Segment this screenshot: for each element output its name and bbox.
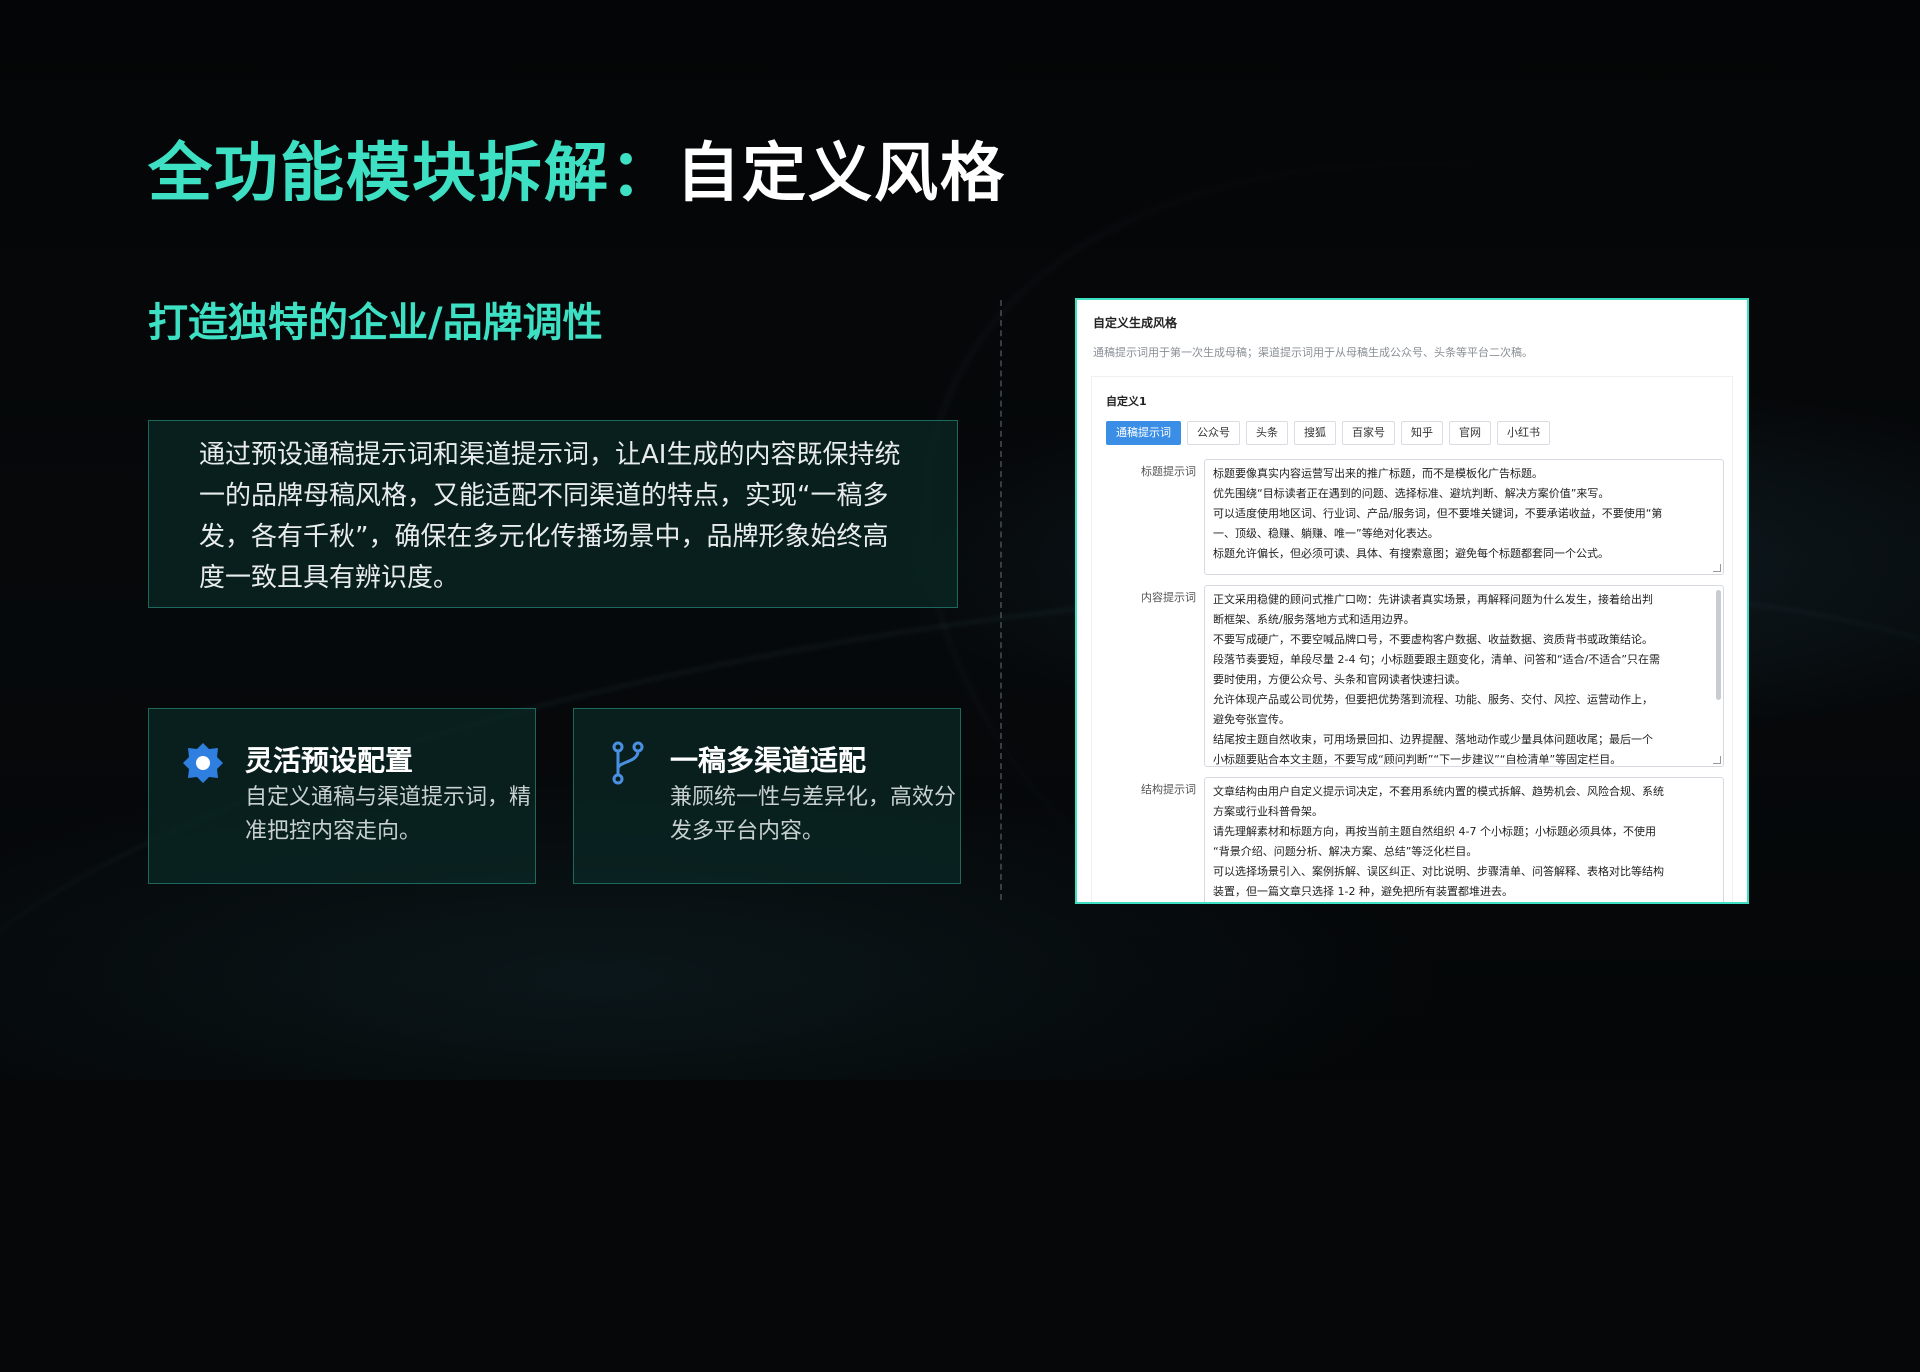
textarea-line: 文章结构由用户自定义提示词决定，不套用系统内置的模式拆解、趋势机会、风险合规、系… [1213,785,1664,798]
textarea-line: 正文采用稳健的顾问式推广口吻：先讲读者真实场景，再解释问题为什么发生，接着给出判 [1213,593,1653,606]
custom-style-panel-screenshot: 自定义生成风格 通稿提示词用于第一次生成母稿；渠道提示词用于从母稿生成公众号、头… [1075,298,1749,904]
tab-baijiahao[interactable]: 百家号 [1342,421,1395,445]
textarea-line: 标题要像真实内容运营写出来的推广标题，而不是模板化广告标题。 [1213,467,1543,480]
content-prompt-label: 内容提示词 [1141,591,1196,604]
gear-icon [183,743,223,783]
textarea-line: 优先围绕“目标读者正在遇到的问题、选择标准、避坑判断、解决方案价值”来写。 [1213,487,1610,500]
title-prompt-label: 标题提示词 [1141,465,1196,478]
tab-xiaohongshu[interactable]: 小红书 [1497,421,1550,445]
textarea-line: 一、顶级、稳赚、躺赚、唯一”等绝对化表达。 [1213,527,1439,540]
description-box: 通过预设通稿提示词和渠道提示词，让AI生成的内容既保持统一的品牌母稿风格，又能适… [148,420,958,608]
textarea-line: 段落节奏要短，单段尽量 2-4 句；小标题要跟主题变化，清单、问答和“适合/不适… [1213,653,1661,666]
tab-sohu[interactable]: 搜狐 [1294,421,1336,445]
feature-card-multichannel: 一稿多渠道适配 兼顾统一性与差异化，高效分发多平台内容。 [573,708,961,884]
content-prompt-textarea[interactable]: 正文采用稳健的顾问式推广口吻：先讲读者真实场景，再解释问题为什么发生，接着给出判… [1204,585,1724,767]
textarea-line: “背景介绍、问题分析、解决方案、总结”等泛化栏目。 [1213,845,1478,858]
textarea-line: 允许体现产品或公司优势，但要把优势落到流程、功能、服务、交付、风控、运营动作上， [1213,693,1653,706]
feature-card-title: 一稿多渠道适配 [670,744,867,777]
prompt-tabs: 通稿提示词 公众号 头条 搜狐 百家号 知乎 官网 小红书 [1106,421,1550,445]
textarea-line: 小标题要贴合本文主题，不要写成“顾问判断”“下一步建议”“自检清单”等固定栏目。 [1213,753,1622,766]
slide-background: 全功能模块拆解：自定义风格 打造独特的企业/品牌调性 通过预设通稿提示词和渠道提… [0,0,1920,1372]
description-text: 通过预设通稿提示词和渠道提示词，让AI生成的内容既保持统一的品牌母稿风格，又能适… [199,440,901,593]
feature-card-desc: 兼顾统一性与差异化，高效分发多平台内容。 [670,785,957,844]
textarea-line: 可以适度使用地区词、行业词、产品/服务词，但不要堆关键词，不要承诺收益，不要使用… [1213,507,1663,520]
panel-title: 自定义生成风格 [1093,316,1178,330]
feature-card-desc: 自定义通稿与渠道提示词，精准把控内容走向。 [245,785,532,844]
textarea-line: 要时使用，方便公众号、头条和官网读者快速扫读。 [1213,673,1466,686]
resize-handle[interactable] [1713,756,1721,764]
structure-prompt-label: 结构提示词 [1141,783,1196,796]
title-accent: 全功能模块拆解： [148,137,676,211]
section-subtitle: 打造独特的企业/品牌调性 [148,300,603,346]
panel-hint: 通稿提示词用于第一次生成母稿；渠道提示词用于从母稿生成公众号、头条等平台二次稿。 [1093,346,1533,359]
title-prompt-textarea[interactable]: 标题要像真实内容运营写出来的推广标题，而不是模板化广告标题。 优先围绕“目标读者… [1204,459,1724,575]
tab-website[interactable]: 官网 [1449,421,1491,445]
tab-toutiao[interactable]: 头条 [1246,421,1288,445]
title-rest: 自定义风格 [676,137,1006,211]
textarea-line: 装置，但一篇文章只选择 1-2 种，避免把所有装置都堆进去。 [1213,885,1513,898]
textarea-line: 避免夸张宣传。 [1213,713,1290,726]
feature-card-preset: 灵活预设配置 自定义通稿与渠道提示词，精准把控内容走向。 [148,708,536,884]
tab-general-prompt[interactable]: 通稿提示词 [1106,421,1181,445]
config-card: 自定义1 通稿提示词 公众号 头条 搜狐 百家号 知乎 官网 小红书 标题提示词… [1091,376,1733,902]
textarea-line: 结尾按主题自然收束，可用场景回扣、边界提醒、落地动作或少量具体问题收尾；最后一个 [1213,733,1653,746]
tab-wechat[interactable]: 公众号 [1187,421,1240,445]
textarea-scrollbar[interactable] [1716,590,1721,700]
textarea-line: 可以选择场景引入、案例拆解、误区纠正、对比说明、步骤清单、问答解释、表格对比等结… [1213,865,1664,878]
config-name: 自定义1 [1106,395,1147,408]
textarea-line: 方案或行业科普骨架。 [1213,805,1323,818]
textarea-line: 请先理解素材和标题方向，再按当前主题自然组织 4-7 个小标题；小标题必须具体，… [1213,825,1656,838]
textarea-line: 不要写成硬广，不要空喊品牌口号，不要虚构客户数据、收益数据、资质背书或政策结论。 [1213,633,1653,646]
tab-zhihu[interactable]: 知乎 [1401,421,1443,445]
page-title: 全功能模块拆解：自定义风格 [148,122,1006,214]
textarea-line: 标题允许偏长，但必须可读、具体、有搜索意图；避免每个标题都套同一个公式。 [1213,547,1609,560]
structure-prompt-textarea[interactable]: 文章结构由用户自定义提示词决定，不套用系统内置的模式拆解、趋势机会、风险合规、系… [1204,777,1724,902]
resize-handle[interactable] [1713,564,1721,572]
branch-icon [612,741,644,785]
feature-card-title: 灵活预设配置 [245,744,414,777]
textarea-line: 断框架、系统/服务落地方式和适用边界。 [1213,613,1415,626]
dashed-divider [1000,300,1002,900]
